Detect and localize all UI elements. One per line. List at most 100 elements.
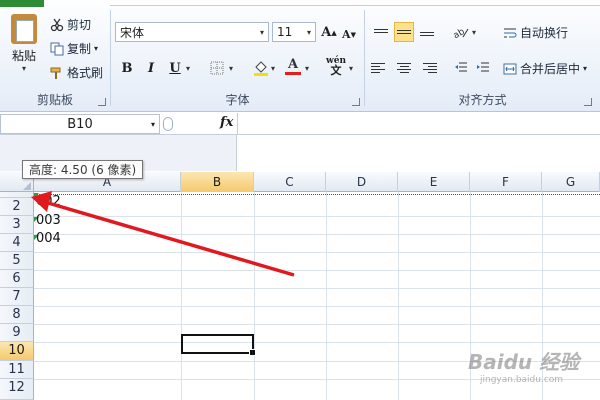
chevron-down-icon: ▾ — [259, 27, 264, 37]
border-icon — [210, 61, 224, 75]
fill-color-button[interactable] — [251, 58, 271, 78]
copy-label: 复制 — [67, 42, 92, 56]
format-painter-button[interactable]: 格式刷 — [50, 64, 103, 81]
chevron-down-icon: ▾ — [21, 64, 26, 73]
alignment-group-label: 对齐方式 — [458, 93, 507, 107]
chevron-down-icon[interactable]: ▾ — [186, 64, 190, 73]
middle-align-button[interactable] — [394, 22, 414, 42]
row-header-8[interactable]: 8 — [0, 306, 34, 324]
paste-icon — [11, 14, 37, 44]
underline-icon: U — [169, 60, 181, 76]
chevron-down-icon[interactable]: ▾ — [151, 120, 155, 129]
formula-bar: B10 ▾ fx — [0, 113, 600, 135]
column-header-c[interactable]: C — [254, 172, 326, 192]
merge-center-label: 合并后居中 — [520, 62, 581, 76]
chevron-down-icon[interactable]: ▾ — [305, 64, 309, 73]
italic-button[interactable]: I — [141, 58, 161, 78]
row-header-7[interactable]: 7 — [0, 288, 34, 306]
increase-indent-button[interactable] — [473, 58, 493, 78]
column-header-b[interactable]: B — [181, 172, 254, 192]
text-orientation-icon: ab — [453, 25, 469, 39]
font-group-label: 字体 — [225, 93, 250, 107]
insert-function-button[interactable]: fx — [220, 115, 233, 130]
indent-icon — [476, 61, 490, 75]
baidu-watermark: Baidu 经验 jingyan.baidu.com — [468, 346, 598, 396]
font-color-swatch — [285, 71, 301, 75]
clipboard-group-label: 剪贴板 — [36, 93, 73, 107]
chevron-down-icon[interactable]: ▾ — [472, 28, 476, 37]
merge-center-button[interactable]: 合并后居中 ▾ — [503, 60, 587, 77]
font-color-button[interactable]: A — [283, 56, 303, 76]
chevron-down-icon: ▾ — [583, 64, 588, 73]
italic-icon: I — [147, 60, 155, 76]
chevron-down-icon[interactable]: ▾ — [229, 64, 233, 73]
font-size-select[interactable]: 11 ▾ — [272, 22, 316, 42]
row-header-6[interactable]: 6 — [0, 270, 34, 288]
orientation-button[interactable]: ab — [451, 22, 471, 42]
font-name-value: 宋体 — [120, 25, 145, 40]
grow-font-button[interactable]: A ▲ — [319, 22, 339, 42]
wrap-text-button[interactable]: 自动换行 — [503, 24, 568, 41]
clipboard-launcher-icon[interactable] — [98, 98, 106, 106]
chevron-down-icon: ▾ — [306, 27, 311, 37]
bottom-align-button[interactable] — [417, 22, 437, 42]
cut-button[interactable]: 剪切 — [50, 16, 91, 33]
row-header-4[interactable]: 4 — [0, 234, 34, 252]
column-header-g[interactable]: G — [542, 172, 600, 192]
bold-icon: B — [121, 60, 133, 76]
font-name-select[interactable]: 宋体 ▾ — [115, 22, 269, 42]
chevron-down-icon[interactable]: ▾ — [349, 64, 353, 73]
font-color-icon: A — [287, 56, 299, 72]
formula-input[interactable] — [237, 113, 600, 135]
active-cell-b10[interactable] — [181, 334, 256, 356]
format-painter-icon — [50, 66, 64, 80]
paint-bucket-icon — [253, 60, 269, 76]
underline-button[interactable]: U — [165, 58, 185, 78]
row-header-11[interactable]: 11 — [0, 361, 34, 379]
decrease-indent-button[interactable] — [451, 58, 471, 78]
borders-button[interactable] — [207, 58, 227, 78]
ribbon: 粘贴 ▾ 剪切 复制 ▾ 格式刷 剪贴板 宋体 ▾ 11 ▾ A ▲ A ▼ B… — [0, 0, 600, 112]
cell-a3[interactable]: 003 — [36, 213, 61, 228]
row-header-9[interactable]: 9 — [0, 324, 34, 342]
column-header-d[interactable]: D — [326, 172, 398, 192]
scissors-icon — [50, 18, 64, 32]
row-header-3[interactable]: 3 — [0, 216, 34, 234]
font-launcher-icon[interactable] — [352, 98, 360, 106]
chevron-down-icon[interactable]: ▾ — [271, 64, 275, 73]
cell-a4[interactable]: 004 — [36, 231, 61, 246]
paste-button[interactable]: 粘贴 ▾ — [6, 12, 42, 82]
align-left-button[interactable] — [371, 58, 391, 78]
copy-button[interactable]: 复制 ▾ — [50, 40, 98, 57]
watermark-main: Baidu 经验 — [468, 350, 580, 374]
wrap-text-icon — [503, 26, 517, 40]
cell-a2[interactable]: 002 — [36, 194, 61, 209]
grow-font-icon: A — [321, 24, 332, 40]
row-resize-guide — [34, 194, 600, 195]
phonetic-button[interactable]: wén 文 — [323, 56, 349, 77]
name-box[interactable]: B10 ▾ — [0, 114, 160, 134]
top-align-button[interactable] — [371, 22, 391, 42]
bold-button[interactable]: B — [117, 58, 137, 78]
row-header-2[interactable]: 2 — [0, 198, 34, 216]
svg-text:ab: ab — [453, 27, 467, 39]
font-group: 宋体 ▾ 11 ▾ A ▲ A ▼ B I U ▾ ▾ ▾ A ▾ wén 文 … — [111, 8, 364, 110]
alignment-launcher-icon[interactable] — [584, 98, 592, 106]
row-header-10[interactable]: 10 — [0, 342, 34, 361]
font-size-value: 11 — [277, 25, 293, 39]
align-right-button[interactable] — [417, 58, 437, 78]
wrap-text-label: 自动换行 — [520, 26, 569, 40]
row-header-5[interactable]: 5 — [0, 252, 34, 270]
shrink-font-button[interactable]: A ▼ — [339, 24, 359, 44]
column-header-f[interactable]: F — [470, 172, 542, 192]
row-height-tooltip: 高度: 4.50 (6 像素) — [22, 160, 144, 179]
align-center-button[interactable] — [394, 58, 414, 78]
row-header-12[interactable]: 12 — [0, 379, 34, 400]
file-tab[interactable] — [0, 0, 44, 7]
copy-icon — [50, 42, 64, 56]
formula-input-expanded-area[interactable] — [237, 135, 600, 171]
format-painter-label: 格式刷 — [67, 66, 104, 80]
formula-bar-splitter[interactable] — [163, 117, 173, 131]
column-header-e[interactable]: E — [398, 172, 470, 192]
clipboard-group: 粘贴 ▾ 剪切 复制 ▾ 格式刷 剪贴板 — [0, 8, 110, 110]
